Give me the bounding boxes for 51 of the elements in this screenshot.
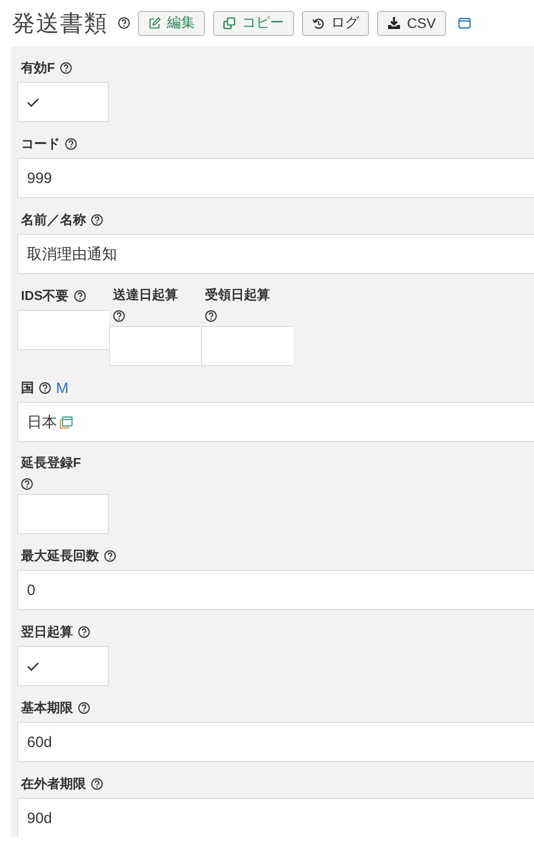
check-icon bbox=[27, 98, 39, 106]
field-label: IDS不要 bbox=[21, 287, 69, 305]
input-field[interactable]: 取消理由通知 bbox=[17, 234, 534, 274]
checkbox[interactable] bbox=[109, 326, 201, 366]
input-field[interactable]: 0 bbox=[17, 570, 534, 610]
help-icon[interactable] bbox=[74, 290, 86, 302]
input-field[interactable]: 60d bbox=[17, 722, 534, 762]
field-label: 国 bbox=[21, 379, 34, 397]
window-icon[interactable] bbox=[59, 416, 73, 428]
field-label: 翌日起算 bbox=[21, 623, 73, 641]
edit-button[interactable]: 編集 bbox=[138, 10, 205, 36]
copy-button[interactable]: コピー bbox=[213, 10, 294, 36]
copy-icon bbox=[223, 16, 236, 30]
help-icon[interactable] bbox=[21, 478, 33, 490]
field-label: 基本期限 bbox=[21, 699, 73, 717]
input-field[interactable]: 90d bbox=[17, 798, 534, 837]
field-label: コード bbox=[21, 135, 60, 153]
checkbox[interactable] bbox=[201, 326, 293, 366]
checkbox[interactable] bbox=[17, 494, 109, 534]
check-icon bbox=[27, 662, 39, 670]
help-icon[interactable] bbox=[91, 214, 103, 226]
history-icon bbox=[312, 16, 325, 30]
edit-icon bbox=[148, 16, 161, 30]
field-label: 最大延長回数 bbox=[21, 547, 99, 565]
help-icon[interactable] bbox=[205, 310, 217, 322]
help-icon[interactable] bbox=[78, 702, 90, 714]
input-field[interactable]: 999 bbox=[17, 158, 534, 198]
checkbox[interactable] bbox=[17, 82, 109, 122]
help-icon[interactable] bbox=[60, 62, 72, 74]
window-icon[interactable] bbox=[458, 17, 471, 29]
field-label: 延長登録F bbox=[21, 454, 81, 472]
help-icon[interactable] bbox=[78, 626, 90, 638]
field-label: 在外者期限 bbox=[21, 775, 86, 793]
help-icon[interactable] bbox=[104, 550, 116, 562]
page-title: 発送書類 bbox=[12, 8, 108, 38]
field-label: 送達日起算 bbox=[113, 286, 178, 304]
field-label: 名前／名称 bbox=[21, 211, 86, 229]
log-button[interactable]: ログ bbox=[302, 10, 369, 36]
field-label: 有効F bbox=[21, 59, 55, 77]
input-field[interactable]: 日本 bbox=[17, 402, 534, 442]
field-label: 受領日起算 bbox=[205, 286, 270, 304]
checkbox[interactable] bbox=[17, 310, 109, 350]
help-icon[interactable] bbox=[118, 17, 130, 29]
help-icon[interactable] bbox=[113, 310, 125, 322]
download-button[interactable]: CSV bbox=[377, 10, 446, 36]
help-icon[interactable] bbox=[39, 382, 51, 394]
checkbox[interactable] bbox=[17, 646, 109, 686]
help-icon[interactable] bbox=[65, 138, 77, 150]
download-icon bbox=[387, 16, 401, 30]
help-icon[interactable] bbox=[91, 778, 103, 790]
master-link[interactable]: M bbox=[56, 380, 68, 396]
